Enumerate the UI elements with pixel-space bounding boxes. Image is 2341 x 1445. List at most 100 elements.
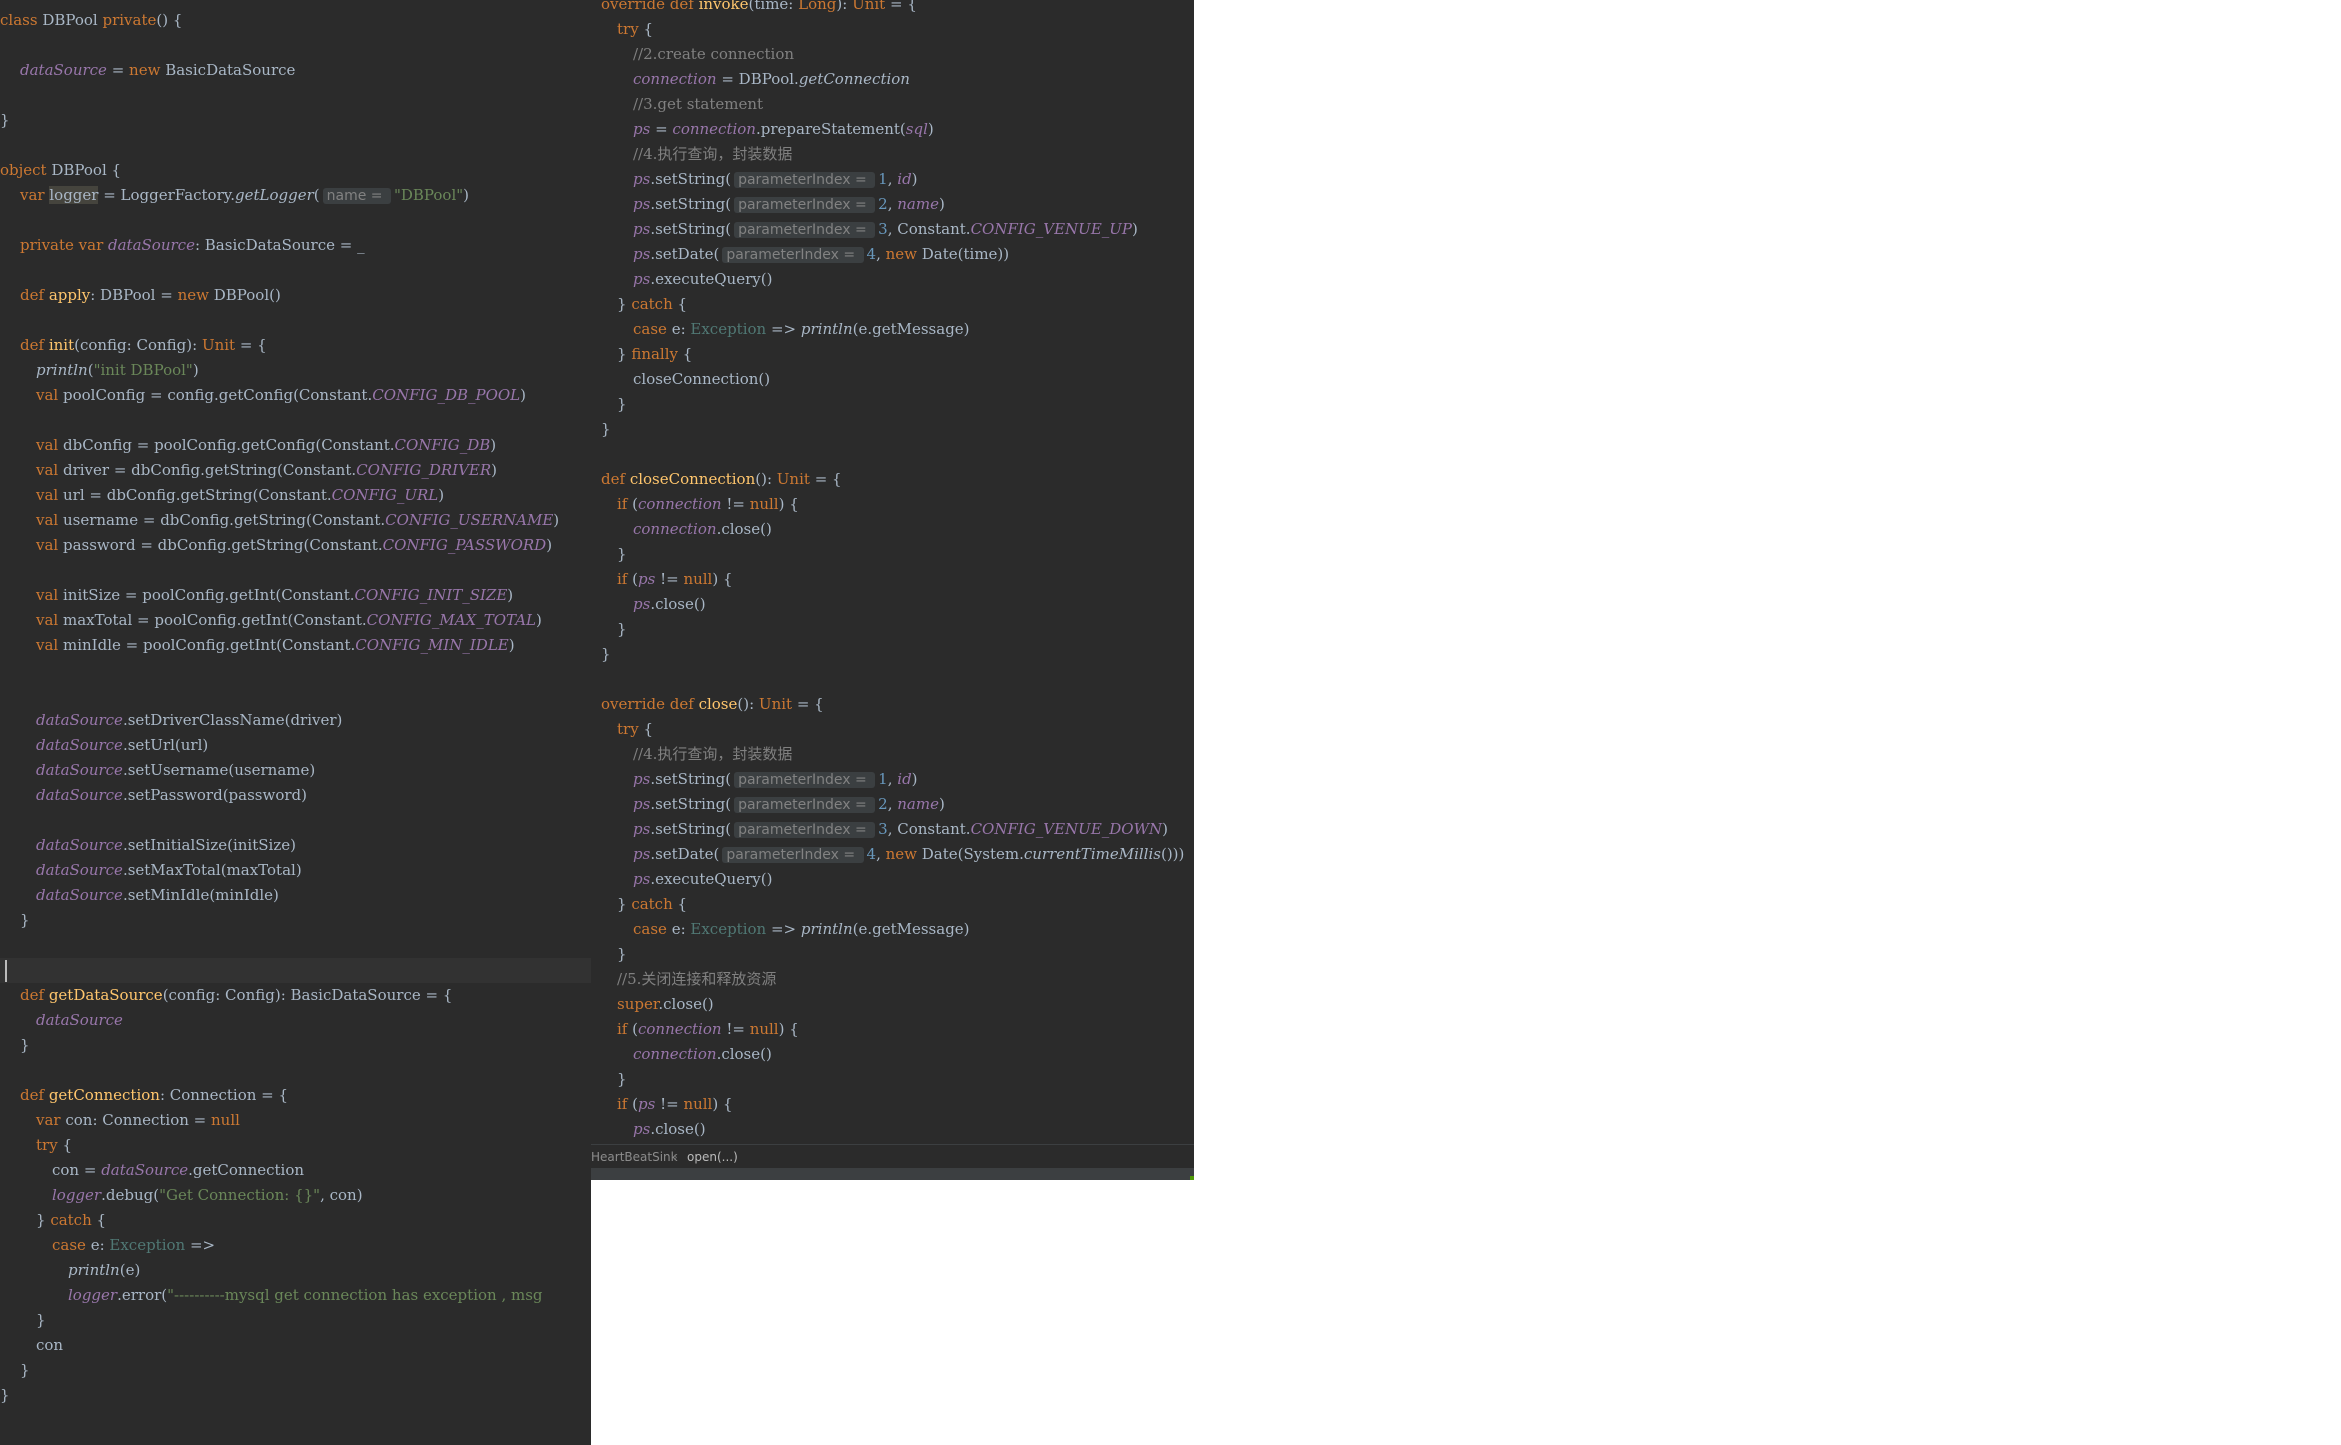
left-code-line[interactable]: def init(config: Config): Unit = { [0,333,591,358]
left-code-line[interactable]: val maxTotal = poolConfig.getInt(Constan… [0,608,591,633]
left-code-line[interactable]: val initSize = poolConfig.getInt(Constan… [0,583,591,608]
right-code-line[interactable]: closeConnection() [591,367,1194,392]
right-code-line[interactable]: override def invoke(time: Long): Unit = … [591,0,1194,17]
left-code-line[interactable]: dataSource.setMaxTotal(maxTotal) [0,858,591,883]
right-code-line[interactable]: //4.执行查询，封装数据 [591,142,1194,167]
right-code-line[interactable]: override def close(): Unit = { [591,692,1194,717]
left-code-line[interactable]: def apply: DBPool = new DBPool() [0,283,591,308]
left-code-line[interactable]: val poolConfig = config.getConfig(Consta… [0,383,591,408]
right-code-line[interactable]: ps.setDate(parameterIndex = 4, new Date(… [591,842,1194,867]
left-code-line[interactable]: def getConnection: Connection = { [0,1083,591,1108]
right-code-line[interactable]: } [591,642,1194,667]
right-code-line[interactable]: //5.关闭连接和释放资源 [591,967,1194,992]
right-code-line[interactable]: ps = connection.prepareStatement(sql) [591,117,1194,142]
left-code-line[interactable]: } [0,1033,591,1058]
left-code-line[interactable]: def getDataSource(config: Config): Basic… [0,983,591,1008]
right-code-line[interactable]: case e: Exception => println(e.getMessag… [591,317,1194,342]
right-code-line[interactable]: } [591,392,1194,417]
left-code-line[interactable]: con = dataSource.getConnection [0,1158,591,1183]
left-code-line[interactable]: dataSource.setUrl(url) [0,733,591,758]
left-code-line[interactable]: val driver = dbConfig.getString(Constant… [0,458,591,483]
right-code-line[interactable]: } [591,1067,1194,1092]
breadcrumb-item-class[interactable]: HeartBeatSink [591,1145,678,1169]
right-code-line[interactable]: connection = DBPool.getConnection [591,67,1194,92]
breadcrumb-item-method[interactable]: open(...) [687,1145,738,1169]
right-code-line[interactable]: if (connection != null) { [591,1017,1194,1042]
right-code-line[interactable]: if (connection != null) { [591,492,1194,517]
left-code-line[interactable]: dataSource.setUsername(username) [0,758,591,783]
right-code-line[interactable]: try { [591,717,1194,742]
right-code-line[interactable]: ps.setString(parameterIndex = 1, id) [591,767,1194,792]
left-code-line[interactable]: object DBPool { [0,158,591,183]
right-code-line[interactable]: //3.get statement [591,92,1194,117]
left-code-line[interactable]: } [0,908,591,933]
code-token: Unit [201,336,236,354]
code-token: poolConfig = config.getConfig(Constant. [62,386,373,404]
left-code-line[interactable]: val dbConfig = poolConfig.getConfig(Cons… [0,433,591,458]
code-token: CONFIG_VENUE_DOWN [970,820,1163,838]
right-code-line[interactable]: ps.setString(parameterIndex = 2, name) [591,192,1194,217]
code-token: maxTotal = poolConfig.getInt(Constant. [62,611,367,629]
right-code-line[interactable]: ps.setString(parameterIndex = 1, id) [591,167,1194,192]
right-code-area[interactable]: override def invoke(time: Long): Unit = … [591,0,1194,1180]
left-code-line[interactable]: } [0,1383,591,1408]
right-code-line[interactable]: ps.setString(parameterIndex = 2, name) [591,792,1194,817]
left-code-line[interactable]: private var dataSource: BasicDataSource … [0,233,591,258]
left-code-line[interactable]: dataSource.setInitialSize(initSize) [0,833,591,858]
left-code-area[interactable]: class DBPool private() { dataSource = new… [0,0,591,1445]
left-code-line[interactable]: dataSource.setDriverClassName(driver) [0,708,591,733]
code-token: .setString( [650,220,732,238]
left-code-line[interactable]: dataSource [0,1008,591,1033]
right-code-editor[interactable]: override def invoke(time: Long): Unit = … [591,0,1194,1180]
right-code-line[interactable]: ps.setDate(parameterIndex = 4, new Date(… [591,242,1194,267]
left-code-line[interactable]: val minIdle = poolConfig.getInt(Constant… [0,633,591,658]
left-code-line[interactable]: } [0,1358,591,1383]
left-code-line[interactable]: println(e) [0,1258,591,1283]
left-code-line[interactable]: } [0,1308,591,1333]
left-code-line[interactable]: dataSource.setMinIdle(minIdle) [0,883,591,908]
right-code-line[interactable]: connection.close() [591,1042,1194,1067]
right-code-line[interactable]: //2.create connection [591,42,1194,67]
right-code-line[interactable]: if (ps != null) { [591,567,1194,592]
right-code-line[interactable]: ps.close() [591,592,1194,617]
left-code-editor[interactable]: class DBPool private() { dataSource = new… [0,0,591,1445]
right-code-line[interactable]: //4.执行查询，封装数据 [591,742,1194,767]
right-code-line[interactable]: ps.executeQuery() [591,267,1194,292]
right-code-line[interactable]: } [591,542,1194,567]
left-code-line[interactable]: val password = dbConfig.getString(Consta… [0,533,591,558]
code-token: ) [546,536,553,554]
left-code-line[interactable]: var logger = LoggerFactory.getLogger(nam… [0,183,591,208]
left-code-line[interactable]: logger.error("----------mysql get connec… [0,1283,591,1308]
right-code-line[interactable]: ps.setString(parameterIndex = 3, Constan… [591,817,1194,842]
right-code-line[interactable]: ps.executeQuery() [591,867,1194,892]
right-code-line[interactable]: case e: Exception => println(e.getMessag… [591,917,1194,942]
left-code-line[interactable]: case e: Exception => [0,1233,591,1258]
right-code-line[interactable]: } catch { [591,892,1194,917]
left-code-line[interactable]: var con: Connection = null [0,1108,591,1133]
right-code-line[interactable]: super.close() [591,992,1194,1017]
left-code-line[interactable]: dataSource.setPassword(password) [0,783,591,808]
right-code-line[interactable]: if (ps != null) { [591,1092,1194,1117]
left-code-line[interactable]: logger.debug("Get Connection: {}", con) [0,1183,591,1208]
left-code-line[interactable]: try { [0,1133,591,1158]
left-code-line[interactable]: dataSource = new BasicDataSource [0,58,591,83]
left-code-line[interactable]: } [0,108,591,133]
right-code-line[interactable]: } [591,417,1194,442]
right-code-line[interactable]: connection.close() [591,517,1194,542]
right-code-line[interactable]: def closeConnection(): Unit = { [591,467,1194,492]
left-code-line[interactable]: con [0,1333,591,1358]
left-code-line[interactable]: val username = dbConfig.getString(Consta… [0,508,591,533]
right-code-line[interactable]: ps.close() [591,1117,1194,1142]
right-code-line[interactable]: ps.setString(parameterIndex = 3, Constan… [591,217,1194,242]
right-code-line[interactable]: } [591,942,1194,967]
right-code-line[interactable]: } [591,617,1194,642]
right-code-line[interactable]: } finally { [591,342,1194,367]
left-code-line[interactable]: println("init DBPool") [0,358,591,383]
left-code-line[interactable]: } catch { [0,1208,591,1233]
code-token: case [633,320,672,338]
code-token: name [897,795,939,813]
left-code-line[interactable]: val url = dbConfig.getString(Constant.CO… [0,483,591,508]
right-code-line[interactable]: } catch { [591,292,1194,317]
right-code-line[interactable]: try { [591,17,1194,42]
left-code-line[interactable]: class DBPool private() { [0,8,591,33]
